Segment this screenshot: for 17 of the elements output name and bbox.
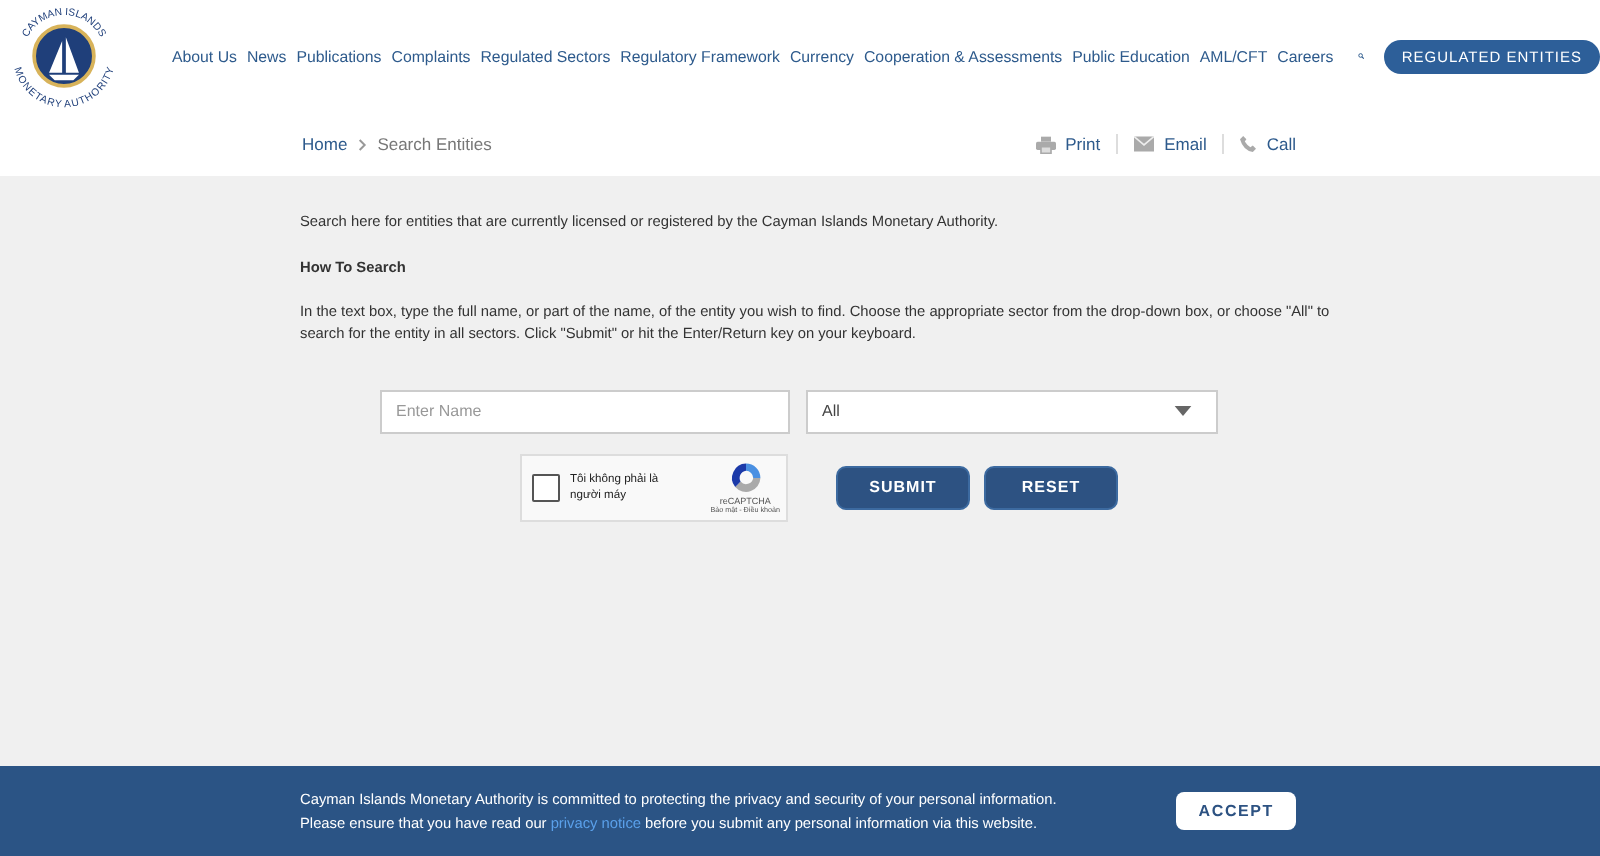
recaptcha-logo-icon xyxy=(727,460,764,497)
name-input-field[interactable]: Enter Name xyxy=(380,389,790,434)
action-link[interactable]: Print xyxy=(1065,134,1101,154)
reset-button[interactable]: RESET xyxy=(984,465,1118,510)
breadcrumb-link[interactable]: Home xyxy=(302,134,348,154)
accept-button[interactable]: ACCEPT xyxy=(1176,792,1296,830)
breadcrumb-separator-icon xyxy=(357,137,368,151)
envelope-icon xyxy=(1134,136,1155,152)
phone-icon xyxy=(1240,136,1257,152)
captcha-checkbox[interactable] xyxy=(532,473,560,502)
caret-icon xyxy=(1174,406,1192,417)
printer-icon xyxy=(1035,135,1056,153)
submit-button[interactable]: SUBMIT xyxy=(836,465,970,510)
breadcrumb-link[interactable]: Search Entities xyxy=(377,134,492,154)
sector-dropdown[interactable]: All xyxy=(806,389,1218,434)
action-link[interactable]: Email xyxy=(1164,134,1207,154)
action-link[interactable]: Call xyxy=(1266,134,1296,154)
